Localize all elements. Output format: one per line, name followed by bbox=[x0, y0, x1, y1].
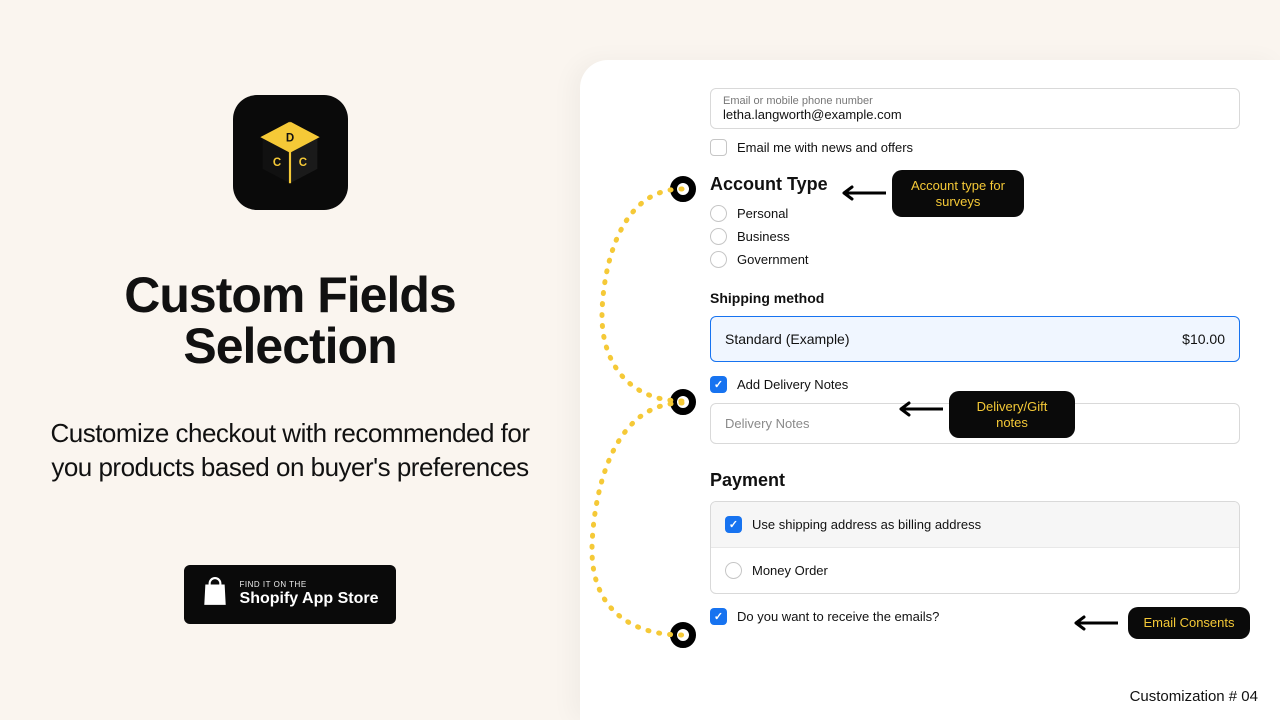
callout-account-type: Account type for surveys bbox=[892, 170, 1024, 217]
shopify-app-store-badge[interactable]: FIND IT ON THE Shopify App Store bbox=[184, 565, 397, 624]
add-delivery-notes-label: Add Delivery Notes bbox=[737, 377, 848, 392]
radio-icon bbox=[710, 228, 727, 245]
svg-text:C: C bbox=[299, 156, 307, 168]
footer-note: Customization # 04 bbox=[1130, 688, 1258, 705]
arrow-left-icon bbox=[893, 397, 943, 421]
radio-label: Business bbox=[737, 229, 790, 244]
checkbox-unchecked-icon bbox=[710, 139, 727, 156]
badge-eyebrow: FIND IT ON THE bbox=[240, 581, 379, 590]
payment-heading: Payment bbox=[710, 470, 1240, 491]
svg-text:D: D bbox=[286, 132, 294, 144]
annotation-bullet-icon bbox=[670, 622, 696, 648]
news-offers-checkbox[interactable]: Email me with news and offers bbox=[710, 139, 1240, 156]
radio-label: Government bbox=[737, 252, 809, 267]
page-subtitle: Customize checkout with recommended for … bbox=[50, 417, 530, 485]
arrow-left-icon bbox=[1068, 611, 1118, 635]
radio-icon bbox=[710, 251, 727, 268]
annotation-bullet-icon bbox=[670, 389, 696, 415]
billing-address-checkbox[interactable]: ✓ Use shipping address as billing addres… bbox=[711, 502, 1239, 548]
svg-text:C: C bbox=[273, 156, 281, 168]
shipping-option-standard[interactable]: Standard (Example) $10.00 bbox=[710, 316, 1240, 362]
title-line-2: Selection bbox=[183, 318, 396, 374]
title-line-1: Custom Fields bbox=[124, 267, 455, 323]
checkbox-checked-icon: ✓ bbox=[725, 516, 742, 533]
billing-address-label: Use shipping address as billing address bbox=[752, 517, 981, 532]
email-field[interactable]: Email or mobile phone number letha.langw… bbox=[710, 88, 1240, 129]
arrow-left-icon bbox=[836, 181, 886, 205]
radio-label: Personal bbox=[737, 206, 788, 221]
shipping-option-label: Standard (Example) bbox=[725, 331, 850, 347]
app-logo: D C C bbox=[233, 95, 348, 210]
callout-delivery-notes: Delivery/Gift notes bbox=[949, 391, 1075, 438]
callout-email-consents: Email Consents bbox=[1128, 607, 1250, 639]
money-order-label: Money Order bbox=[752, 563, 828, 578]
shopping-bag-icon bbox=[202, 577, 228, 612]
shipping-option-price: $10.00 bbox=[1182, 331, 1225, 347]
promo-panel: D C C Custom Fields Selection Customize … bbox=[0, 0, 580, 720]
delivery-notes-placeholder: Delivery Notes bbox=[725, 416, 810, 431]
radio-icon bbox=[725, 562, 742, 579]
checkbox-checked-icon: ✓ bbox=[710, 376, 727, 393]
account-type-government[interactable]: Government bbox=[710, 251, 1240, 268]
email-value: letha.langworth@example.com bbox=[723, 107, 1227, 122]
badge-title: Shopify App Store bbox=[240, 590, 379, 608]
news-offers-label: Email me with news and offers bbox=[737, 140, 913, 155]
payment-box: ✓ Use shipping address as billing addres… bbox=[710, 501, 1240, 594]
email-consent-label: Do you want to receive the emails? bbox=[737, 609, 939, 624]
shipping-method-heading: Shipping method bbox=[710, 290, 1240, 306]
page-title: Custom Fields Selection bbox=[124, 270, 455, 372]
email-label: Email or mobile phone number bbox=[723, 95, 1227, 107]
checkbox-checked-icon: ✓ bbox=[710, 608, 727, 625]
account-type-business[interactable]: Business bbox=[710, 228, 1240, 245]
payment-money-order[interactable]: Money Order bbox=[711, 548, 1239, 593]
radio-icon bbox=[710, 205, 727, 222]
annotation-bullet-icon bbox=[670, 176, 696, 202]
